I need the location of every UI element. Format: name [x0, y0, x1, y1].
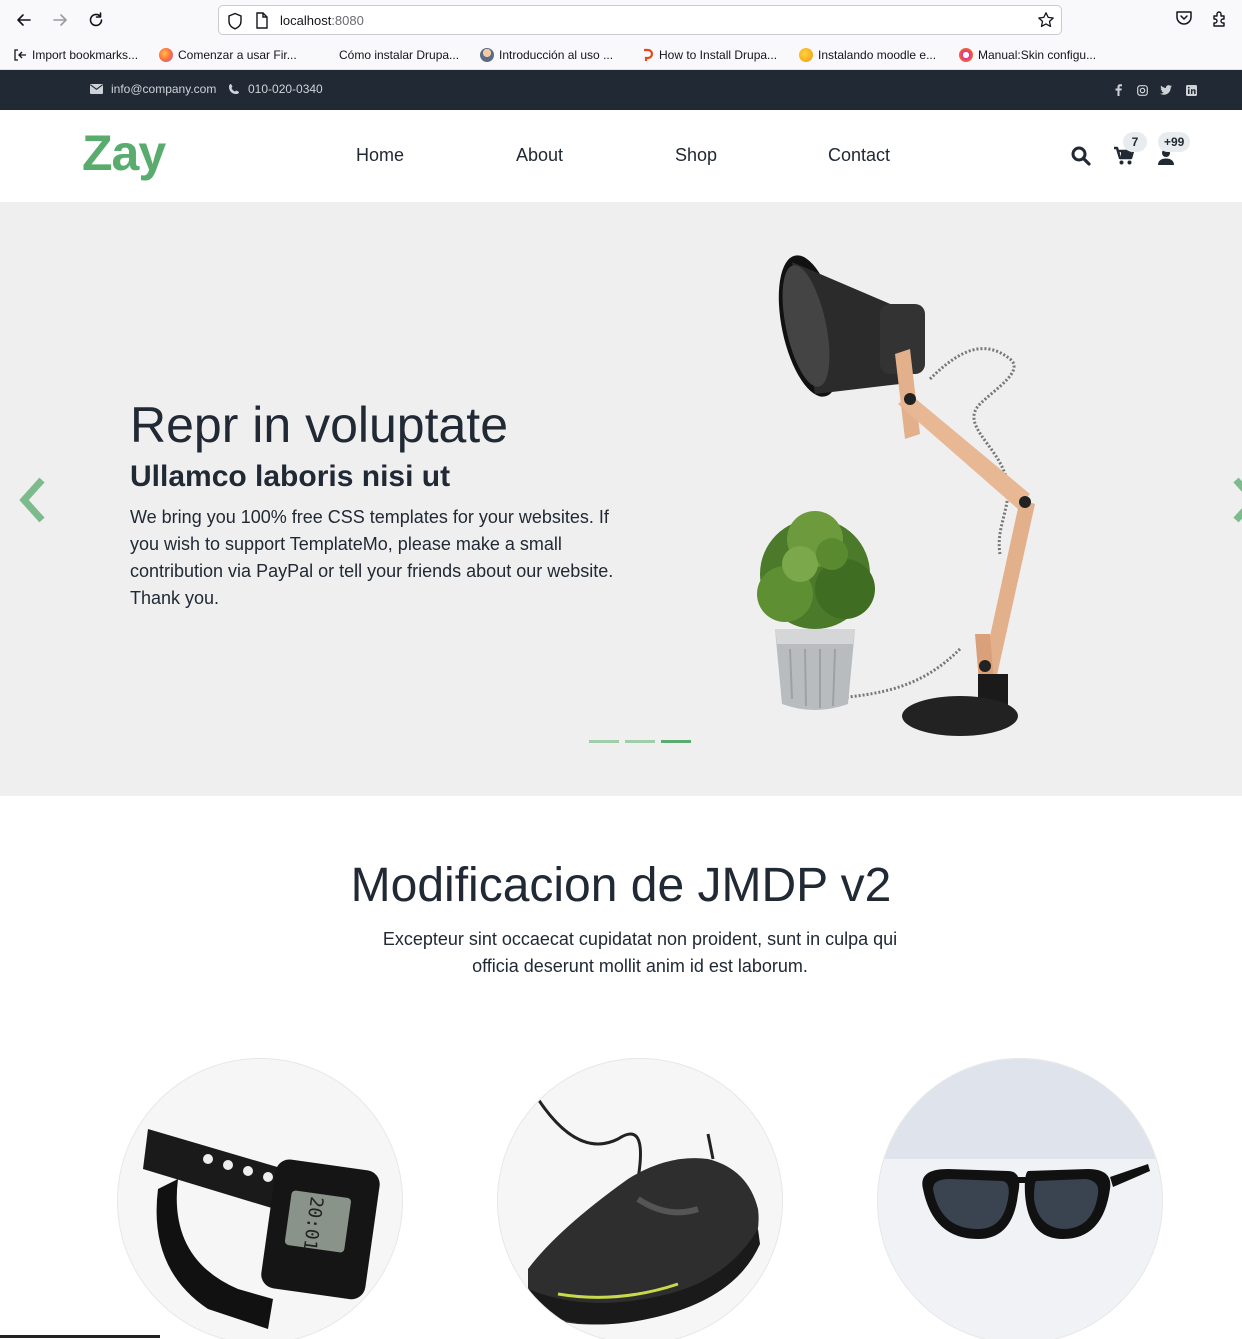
firefox-icon	[159, 48, 173, 62]
carousel-next-button[interactable]	[1228, 476, 1242, 524]
cart-badge: 7	[1123, 132, 1147, 152]
url-text[interactable]: localhost:8080	[280, 13, 364, 28]
phone-text: 010-020-0340	[248, 82, 323, 96]
bookmark-label: Cómo instalar Drupa...	[339, 48, 460, 62]
email-link[interactable]: info@company.com	[90, 82, 216, 96]
bookmark-item[interactable]: Comenzar a usar Fir...	[159, 46, 297, 64]
chevron-right-icon	[1233, 477, 1242, 523]
avatar-icon	[480, 48, 494, 62]
nav-shop[interactable]: Shop	[675, 145, 717, 166]
back-button[interactable]	[12, 8, 36, 32]
bookmark-item[interactable]: Introducción al uso ...	[480, 46, 613, 64]
hero-carousel: Repr in voluptate Ullamco laboris nisi u…	[0, 202, 1242, 796]
category-accessories[interactable]	[877, 1058, 1163, 1339]
phone-icon	[229, 84, 239, 94]
twitter-link[interactable]	[1159, 83, 1173, 97]
linkedin-icon	[1185, 84, 1197, 96]
puzzle-icon	[1213, 11, 1225, 27]
envelope-icon	[90, 84, 103, 94]
star-icon[interactable]	[1037, 11, 1055, 29]
facebook-link[interactable]	[1111, 83, 1125, 97]
email-text: info@company.com	[111, 82, 217, 96]
bookmark-label: Introducción al uso ...	[499, 48, 614, 62]
desk-lamp-image	[757, 255, 1035, 736]
carousel-prev-button[interactable]	[16, 476, 50, 524]
instagram-link[interactable]	[1135, 83, 1149, 97]
hero-text: We bring you 100% free CSS templates for…	[130, 507, 614, 608]
drupal-icon	[644, 48, 654, 61]
search-icon	[1071, 146, 1091, 166]
bookmark-label: Comenzar a usar Fir...	[178, 48, 297, 62]
user-badge: +99	[1158, 132, 1191, 152]
mediawiki-icon	[959, 48, 973, 62]
main-navbar: Zay Home About Shop Contact 7 +99	[0, 110, 1242, 202]
bookmark-label: How to Install Drupa...	[659, 48, 778, 62]
linkedin-link[interactable]	[1184, 83, 1198, 97]
watch-image: 20:01	[118, 1059, 402, 1339]
shield-icon[interactable]	[227, 12, 243, 30]
hero-subtitle: Ullamco laboris nisi ut	[130, 460, 451, 493]
bookmark-item[interactable]: Instalando moodle e...	[799, 46, 936, 64]
url-port: :8080	[331, 13, 364, 28]
import-icon	[14, 49, 26, 61]
pocket-icon	[1176, 11, 1192, 25]
carousel-indicator-3[interactable]	[661, 740, 691, 743]
instagram-icon	[1136, 84, 1148, 96]
browser-toolbar: localhost:8080	[0, 0, 1242, 40]
forward-button[interactable]	[48, 8, 72, 32]
carousel-indicator-1[interactable]	[589, 740, 619, 743]
bookmark-label: Instalando moodle e...	[818, 48, 937, 62]
bookmarks-bar: Import bookmarks... Comenzar a usar Fir.…	[0, 40, 1242, 70]
bookmark-item[interactable]: Manual:Skin configu...	[959, 46, 1096, 64]
url-host: localhost	[280, 13, 332, 28]
category-watch[interactable]: 20:01	[117, 1058, 403, 1339]
reload-icon	[89, 12, 103, 27]
nav-contact[interactable]: Contact	[828, 145, 890, 166]
chevron-left-icon	[19, 477, 45, 523]
bookmark-label: Manual:Skin configu...	[978, 48, 1097, 62]
category-shoes[interactable]	[497, 1058, 783, 1339]
moodle-icon	[799, 48, 813, 62]
sunglasses-image	[878, 1059, 1162, 1339]
arrow-left-icon	[17, 14, 31, 26]
phone-link[interactable]: 010-020-0340	[228, 82, 323, 96]
bottom-scroll-indicator	[0, 1335, 160, 1338]
nav-home[interactable]: Home	[356, 145, 404, 166]
facebook-icon	[1115, 84, 1122, 96]
bookmark-label: Import bookmarks...	[32, 48, 139, 62]
nav-about[interactable]: About	[516, 145, 563, 166]
bookmark-item[interactable]: Cómo instalar Drupa...	[339, 46, 459, 64]
twitter-icon	[1160, 85, 1172, 95]
search-button[interactable]	[1071, 146, 1093, 168]
top-info-bar: info@company.com 010-020-0340	[0, 70, 1242, 110]
categories-description: Excepteur sint occaecat cupidatat non pr…	[382, 929, 898, 976]
logo[interactable]: Zay	[82, 124, 166, 182]
bookmark-item[interactable]: How to Install Drupa...	[640, 46, 777, 64]
categories-title: Modificacion de JMDP v2	[350, 859, 892, 912]
carousel-indicator-2[interactable]	[625, 740, 655, 743]
hero-title: Repr in voluptate	[130, 397, 509, 453]
extensions-button[interactable]	[1210, 8, 1230, 33]
page-icon	[256, 12, 268, 29]
pocket-button[interactable]	[1174, 8, 1194, 33]
arrow-right-icon	[53, 14, 67, 26]
bookmark-item[interactable]: Import bookmarks...	[13, 46, 138, 64]
url-bar[interactable]: localhost:8080	[218, 5, 1062, 35]
reload-button[interactable]	[84, 8, 108, 32]
sneaker-image	[498, 1059, 782, 1339]
